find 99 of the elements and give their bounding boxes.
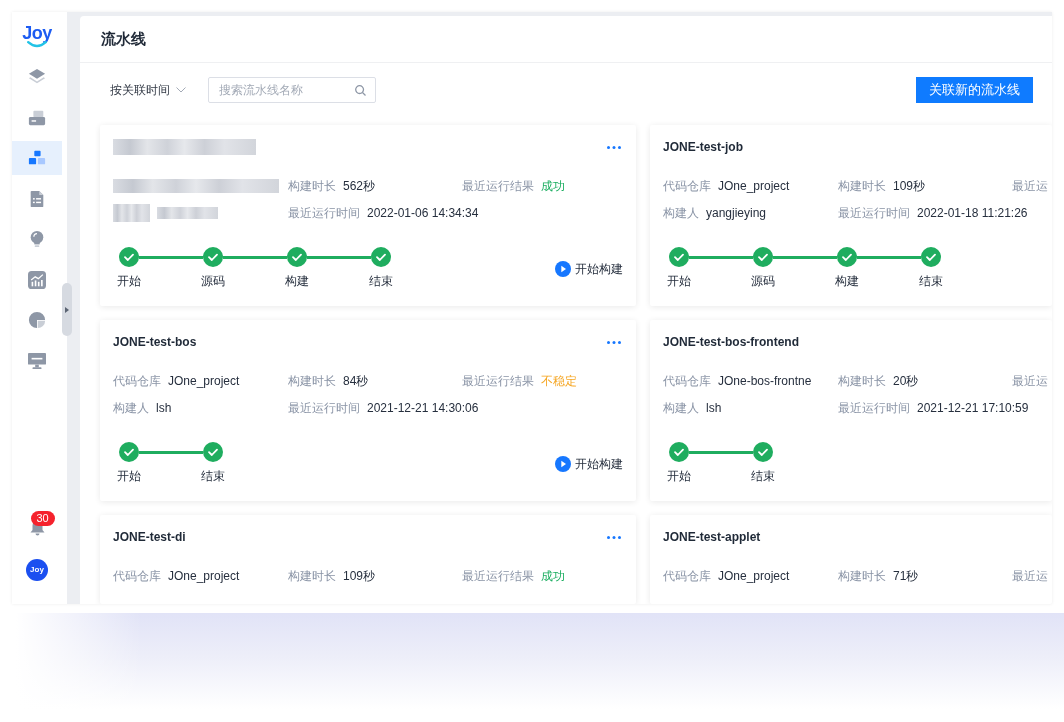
field-label: 构建人: [113, 400, 149, 416]
field-value: 2022-01-06 14:34:34: [367, 205, 479, 221]
card-title: JONE-test-applet: [663, 529, 761, 545]
nav-item[interactable]: [12, 141, 62, 175]
stage-connector: [307, 255, 371, 259]
stage-label: 开始: [667, 273, 691, 289]
field-label: 构建时长: [838, 373, 886, 389]
stage-label: 构建: [835, 273, 859, 289]
field-label: 构建人: [663, 205, 699, 221]
field-label: 最近运行结果: [462, 568, 534, 584]
status-text: 成功: [541, 568, 565, 584]
field-label: 最近运行时间: [288, 400, 360, 416]
field-label: 最近运: [1012, 178, 1048, 194]
field-value: JOne_project: [718, 178, 790, 194]
field-value: 109秒: [893, 178, 926, 194]
notification-badge: 30: [30, 511, 55, 526]
field-label: 最近运行时间: [838, 400, 910, 416]
stage-label: 源码: [751, 273, 775, 289]
field-value: yangjieying: [706, 205, 767, 221]
field-value: lsh: [706, 400, 722, 416]
play-icon: [555, 456, 571, 472]
document-list-icon: [28, 189, 46, 208]
field-label: 构建时长: [288, 178, 336, 194]
field-label: 代码仓库: [663, 373, 711, 389]
field-value: 562秒: [343, 178, 376, 194]
stage-connector: [139, 450, 203, 454]
field-label: 最近运行结果: [462, 373, 534, 389]
play-icon: [555, 261, 571, 277]
field-value: 2022-01-18 11:21:26: [917, 205, 1028, 221]
status-text: 不稳定: [541, 373, 577, 389]
field-label: 代码仓库: [113, 568, 161, 584]
field-label: 最近运: [1012, 373, 1048, 389]
blurred-block: [157, 207, 218, 219]
more-icon[interactable]: [607, 535, 621, 539]
field-value: 109秒: [343, 568, 376, 584]
card-title: JONE-test-bos-frontend: [663, 334, 799, 350]
field-value: lsh: [156, 400, 172, 416]
monitor-icon: [28, 351, 46, 370]
stage-label: 开始: [117, 468, 141, 484]
field-label: 构建时长: [838, 568, 886, 584]
field-value: 2021-12-21 17:10:59: [917, 400, 1029, 416]
stage-label: 源码: [201, 273, 225, 289]
stage-label: 结束: [919, 273, 943, 289]
stage-label: 结束: [201, 468, 225, 484]
field-label: 最近运行结果: [462, 178, 534, 194]
line-chart-icon: [28, 270, 46, 289]
stage-connector: [857, 255, 921, 259]
field-value: JOne-bos-frontne: [718, 373, 812, 389]
field-label: 最近运行时间: [288, 205, 360, 221]
stage-connector: [689, 255, 753, 259]
field-value: 71秒: [893, 568, 919, 584]
link-pipeline-button[interactable]: 关联新的流水线: [916, 77, 1033, 103]
field-label: 最近运行时间: [838, 205, 910, 221]
search-field[interactable]: 搜索流水线名称: [208, 77, 376, 103]
blurred-block: [113, 204, 150, 222]
stage-label: 开始: [667, 468, 691, 484]
field-value: 20秒: [893, 373, 919, 389]
logo-wordmark: Joy: [22, 24, 52, 41]
field-value: JOne_project: [168, 568, 240, 584]
start-build-button[interactable]: 开始构建: [555, 259, 623, 279]
field-value: 2021-12-21 14:30:06: [367, 400, 479, 416]
stage-connector: [773, 255, 837, 259]
lightbulb-icon: [28, 230, 46, 248]
stage-connector: [139, 255, 203, 259]
card-title: JONE-test-di: [113, 529, 186, 545]
pie-chart-icon: [28, 311, 46, 329]
field-label: 构建时长: [288, 373, 336, 389]
field-label: 构建时长: [288, 568, 336, 584]
stage-label: 结束: [369, 273, 393, 289]
search-icon: [355, 84, 366, 96]
field-label: 构建时长: [838, 178, 886, 194]
tray-icon: [28, 108, 46, 127]
field-label: 最近运: [1012, 568, 1048, 584]
field-value: JOne_project: [718, 568, 790, 584]
card-title: JONE-test-bos: [113, 334, 197, 350]
layers-icon: [28, 68, 46, 86]
field-value: 84秒: [343, 373, 369, 389]
sort-dropdown[interactable]: 按关联时间: [110, 82, 186, 98]
stage-label: 开始: [117, 273, 141, 289]
stage-label: 构建: [285, 273, 309, 289]
card-title: JONE-test-job: [663, 139, 743, 155]
field-label: 代码仓库: [663, 568, 711, 584]
status-text: 成功: [541, 178, 565, 194]
field-label: 代码仓库: [113, 373, 161, 389]
stage-label: 结束: [751, 468, 775, 484]
more-icon[interactable]: [607, 340, 621, 344]
user-avatar[interactable]: Joy: [26, 559, 48, 581]
blocks-icon: [28, 149, 46, 167]
chevron-down-icon: [176, 87, 186, 93]
stage-connector: [223, 255, 287, 259]
stage-connector: [689, 450, 753, 454]
field-value: JOne_project: [168, 373, 240, 389]
page-title: 流水线: [101, 29, 146, 49]
more-icon[interactable]: [607, 145, 621, 149]
field-label: 构建人: [663, 400, 699, 416]
start-build-button[interactable]: 开始构建: [555, 454, 623, 474]
caret-right-icon: [65, 306, 69, 313]
field-label: 代码仓库: [663, 178, 711, 194]
collapse-handle[interactable]: [62, 283, 72, 336]
